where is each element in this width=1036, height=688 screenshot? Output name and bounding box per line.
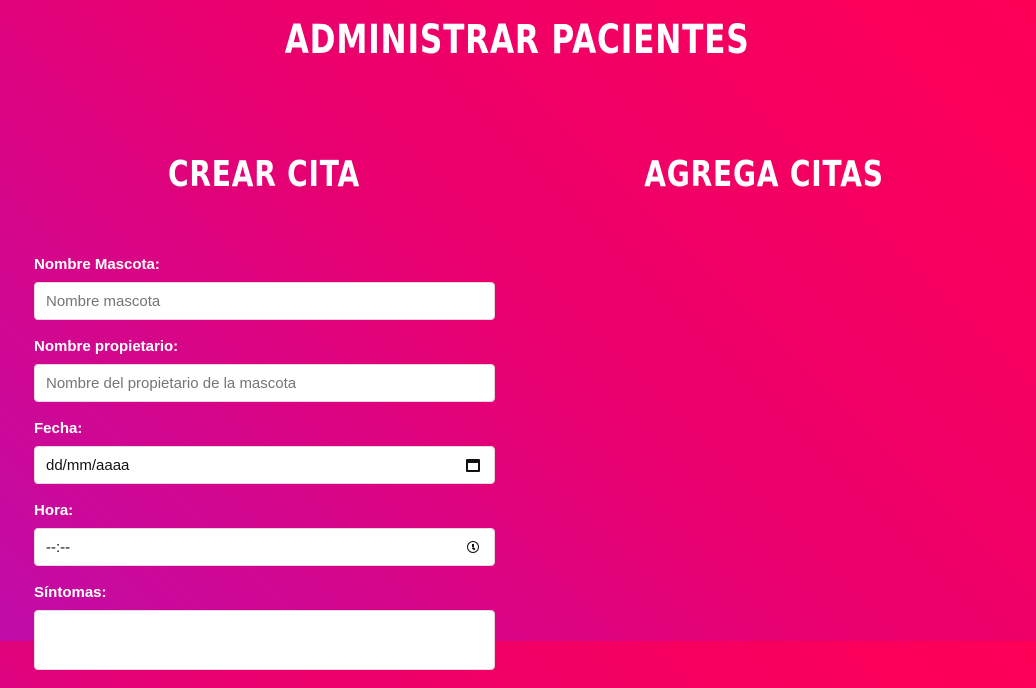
pet-name-label: Nombre Mascota: (34, 256, 160, 273)
time-label: Hora: (34, 502, 74, 519)
pet-name-input[interactable]: Nombre mascota (34, 282, 495, 320)
symptoms-label: Síntomas: (34, 584, 107, 601)
time-input[interactable]: --:-- (34, 528, 495, 566)
pet-name-field-group: Nombre Mascota: Nombre mascota (34, 256, 495, 320)
date-value: dd/mm/aaaa (46, 456, 130, 474)
time-field-group: Hora: --:-- (34, 502, 495, 566)
pet-name-placeholder: Nombre mascota (46, 292, 161, 310)
symptoms-textarea[interactable] (34, 610, 495, 670)
owner-name-input[interactable]: Nombre del propietario de la mascota (34, 364, 495, 402)
calendar-icon[interactable] (466, 458, 480, 472)
time-value: --:-- (46, 538, 71, 556)
page-title: ADMINISTRAR PACIENTES (284, 17, 750, 63)
create-appointment-heading: CREAR CITA (167, 154, 361, 195)
date-input[interactable]: dd/mm/aaaa (34, 446, 495, 484)
date-label: Fecha: (34, 420, 83, 437)
owner-name-field-group: Nombre propietario: Nombre del propietar… (34, 338, 495, 402)
owner-name-label: Nombre propietario: (34, 338, 179, 355)
owner-name-placeholder: Nombre del propietario de la mascota (46, 374, 297, 392)
appointment-form: Nombre Mascota: Nombre mascota Nombre pr… (34, 256, 495, 688)
clock-icon[interactable] (467, 541, 479, 553)
appointments-list-heading: AGREGA CITAS (644, 154, 884, 195)
symptoms-field-group: Síntomas: (34, 584, 495, 670)
date-field-group: Fecha: dd/mm/aaaa (34, 420, 495, 484)
